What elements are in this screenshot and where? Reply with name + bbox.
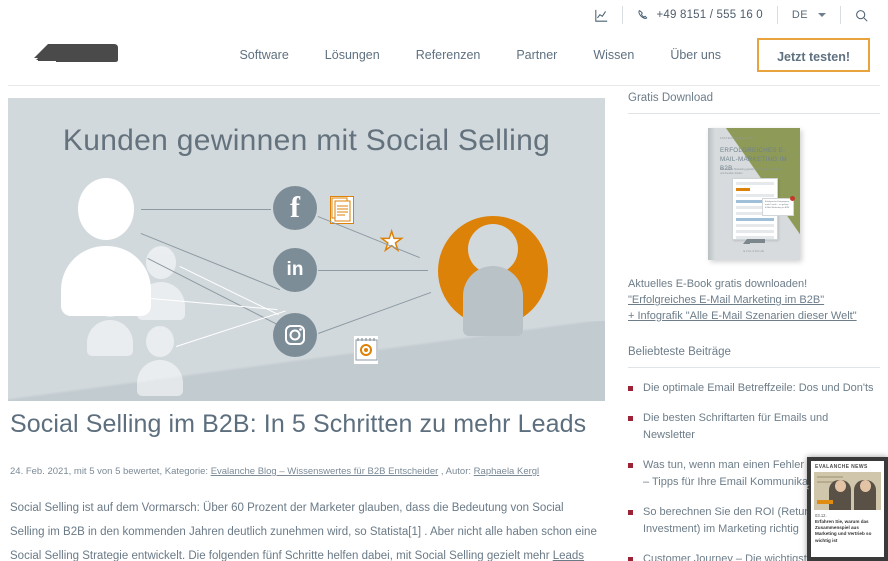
nav-item-software[interactable]: Software (221, 38, 306, 72)
list-item[interactable]: Die optimale Email Betreffzeile: Dos und… (628, 380, 880, 397)
ebook-callout-bubble: Erfolgreiche Kampagnen, mehr Leads – so … (762, 196, 795, 216)
search-button[interactable] (841, 6, 872, 24)
popular-post-link[interactable]: Die optimale Email Betreffzeile: Dos und… (643, 382, 874, 394)
news-widget-image (814, 472, 881, 510)
sidebar-popular-heading: Beliebteste Beiträge (628, 346, 880, 368)
ebook-subtitle: Wie Sie per Marketing gezielt mehr Leads… (720, 168, 782, 175)
phone-number: +49 8151 / 555 16 0 (656, 9, 763, 21)
article-body: Social Selling ist auf dem Vormarsch: Üb… (10, 496, 598, 561)
document-icon (330, 196, 354, 224)
article-category-link[interactable]: Evalanche Blog – Wissenswertes für B2B E… (211, 466, 439, 477)
list-item[interactable]: Die besten Schriftarten für Emails und N… (628, 410, 880, 444)
news-widget-inner: EVALANCHE NEWS 03.12. Erfahren Sie, waru… (811, 461, 884, 557)
instagram-icon (273, 313, 317, 357)
infografik-download-link[interactable]: + Infografik "Alle E-Mail Szenarien dies… (628, 308, 880, 324)
popular-post-link[interactable]: Die besten Schriftarten für Emails und N… (643, 412, 828, 441)
ebook-cover[interactable]: KOSTENLOSES E-BOOK ERFOLGREICHES E-MAIL-… (708, 128, 800, 260)
page-root: +49 8151 / 555 16 0 DE Software Lösungen (0, 0, 888, 561)
nav-item-loesungen[interactable]: Lösungen (307, 38, 398, 72)
news-widget-title: EVALANCHE NEWS (815, 464, 868, 470)
cta-trial-button[interactable]: Jetzt testen! (757, 38, 870, 72)
utility-bar: +49 8151 / 555 16 0 DE (581, 0, 872, 30)
hero-image: Kunden gewinnen mit Social Selling f in … (8, 98, 605, 401)
article-meta-author-label: , Autor: (438, 466, 474, 477)
language-label: DE (791, 9, 808, 21)
phone-contact[interactable]: +49 8151 / 555 16 0 (623, 6, 778, 24)
article-author-link[interactable]: Raphaela Kergl (474, 466, 540, 477)
phone-icon (637, 9, 650, 22)
ebook-kicker: KOSTENLOSES E-BOOK (720, 137, 754, 140)
nav-item-ueber-uns[interactable]: Über uns (652, 38, 739, 72)
article-body-text: Social Selling ist auf dem Vormarsch: Üb… (10, 502, 597, 561)
page-content: Kunden gewinnen mit Social Selling f in … (8, 92, 880, 561)
analytics-link[interactable] (581, 6, 624, 24)
nav-item-wissen[interactable]: Wissen (575, 38, 652, 72)
chevron-down-icon (818, 13, 826, 17)
ebook-spine (708, 128, 715, 260)
calendar-icon (354, 336, 378, 364)
chart-icon (595, 9, 608, 22)
article-meta: 24. Feb. 2021, mit 5 von 5 bewertet, Kat… (10, 465, 610, 479)
news-widget-body: Erfahren Sie, warum das Zusammenspiel au… (815, 519, 872, 543)
language-selector[interactable]: DE (778, 6, 841, 24)
ebook-download-link[interactable]: "Erfolgreiches E-Mail Marketing im B2B" (628, 292, 880, 308)
download-line: Aktuelles E-Book gratis downloaden! (628, 278, 808, 290)
ebook-cover-wrap[interactable]: KOSTENLOSES E-BOOK ERFOLGREICHES E-MAIL-… (628, 128, 880, 260)
search-icon (855, 9, 868, 22)
logo-mark (34, 44, 118, 62)
page-title: Social Selling im B2B: In 5 Schritten zu… (10, 410, 587, 438)
news-widget[interactable]: ✕ EVALANCHE NEWS 03.12. Erfahren Sie, wa… (807, 457, 888, 561)
nav-item-referenzen[interactable]: Referenzen (398, 38, 499, 72)
site-logo[interactable] (26, 36, 121, 70)
facebook-icon: f (273, 186, 317, 230)
nav-item-partner[interactable]: Partner (498, 38, 575, 72)
ebook-brand: EVALANCHE (743, 250, 765, 253)
ebook-logo-icon (743, 239, 765, 244)
sidebar-download-heading: Gratis Download (628, 92, 880, 114)
linkedin-icon: in (273, 248, 317, 292)
news-widget-date: 03.12. (815, 513, 827, 518)
site-header: +49 8151 / 555 16 0 DE Software Lösungen (8, 0, 880, 86)
target-customer-body (463, 266, 523, 336)
article-meta-date: 24. Feb. 2021, mit 5 von 5 bewertet, Kat… (10, 466, 211, 477)
download-text-block: Aktuelles E-Book gratis downloaden! "Erf… (628, 276, 880, 324)
popular-post-link[interactable]: So berechnen Sie den ROI (Return on Inve… (643, 506, 830, 535)
main-navigation: Software Lösungen Referenzen Partner Wis… (221, 38, 870, 72)
hero-title: Kunden gewinnen mit Social Selling (62, 124, 551, 157)
